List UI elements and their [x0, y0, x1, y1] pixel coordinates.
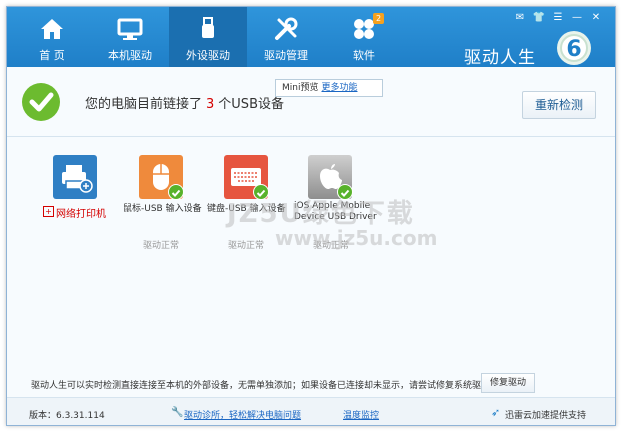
tab-peripheral-drivers[interactable]: 外设驱动 [169, 7, 247, 67]
tab-home-label: 首 页 [39, 49, 65, 62]
connected-check-icon [22, 83, 60, 121]
info-text: 驱动人生可以实时检测直接连接至本机的外部设备，无需单独添加；如果设备已连接却未显… [31, 381, 494, 391]
thunder-bird-icon: ➶ [491, 406, 501, 419]
brand-title: 驱动人生 [464, 48, 536, 68]
wrench-icon: 🔧 [171, 407, 184, 418]
version-label: 版本：6.3.31.114 [29, 411, 105, 421]
thunder-acceleration-text: 迅雷云加速提供支持 [505, 411, 587, 421]
add-printer-icon[interactable]: + [43, 206, 54, 217]
rescan-button[interactable]: 重新检测 [522, 91, 596, 119]
minimize-icon[interactable]: — [570, 12, 584, 24]
driver-ok-icon [168, 184, 184, 200]
temperature-monitor-link[interactable]: 温度监控 [343, 408, 379, 421]
status-prefix: 您的电脑目前链接了 [85, 97, 203, 112]
monitor-icon [117, 18, 143, 40]
tab-software[interactable]: 2 软件 [325, 7, 403, 67]
tab-software-label: 软件 [353, 49, 375, 62]
device-name-mouse: 鼠标-USB 输入设备 [123, 204, 202, 214]
device-count: 3 [206, 97, 215, 112]
driver-genius-window: 首 页 本机驱动 外设驱动 驱动管理 2 软件 ✉ 👕 ☰ — ✕ 驱动人生 6… [6, 6, 616, 426]
footer-bar: 版本：6.3.31.114 🔧 驱动诊所，轻松解决电脑问题 温度监控 ➶ 迅雷云… [7, 397, 615, 425]
close-icon[interactable]: ✕ [589, 12, 603, 24]
tab-driver-management[interactable]: 驱动管理 [247, 7, 325, 67]
app-logo-icon: 6 [557, 31, 591, 65]
tools-icon [275, 17, 298, 40]
tab-local-drivers-label: 本机驱动 [108, 49, 152, 62]
skin-icon[interactable]: 👕 [532, 12, 546, 24]
status-suffix: 个USB设备 [218, 97, 284, 112]
watermark-url: www.jz5u.com [275, 226, 438, 250]
mini-preview-tooltip: Mini预览 更多功能 [275, 79, 383, 97]
tab-home[interactable]: 首 页 [13, 7, 91, 67]
tab-driver-management-label: 驱动管理 [264, 49, 308, 62]
usb-icon [202, 17, 214, 38]
printer-icon [53, 155, 97, 199]
device-status-mouse: 驱动正常 [143, 241, 180, 251]
device-name-printer[interactable]: 网络打印机 [56, 205, 106, 220]
repair-driver-button[interactable]: 修复驱动 [481, 373, 535, 393]
tab-peripheral-drivers-label: 外设驱动 [186, 49, 230, 62]
watermark-text: JZ5U绿色下载 [227, 199, 415, 229]
usb-status-text: 您的电脑目前链接了 3 个USB设备 [85, 93, 284, 112]
feedback-icon[interactable]: ✉ [513, 12, 527, 24]
tab-local-drivers[interactable]: 本机驱动 [91, 7, 169, 67]
svg-text:6: 6 [566, 37, 581, 62]
device-status-keyboard: 驱动正常 [228, 241, 265, 251]
divider [7, 136, 615, 137]
home-icon [41, 19, 63, 39]
top-nav-bar: 首 页 本机驱动 外设驱动 驱动管理 2 软件 ✉ 👕 ☰ — ✕ 驱动人生 6 [7, 7, 615, 68]
more-features-link[interactable]: 更多功能 [321, 83, 357, 93]
software-update-badge: 2 [373, 13, 384, 24]
menu-icon[interactable]: ☰ [551, 12, 565, 24]
driver-clinic-link[interactable]: 驱动诊所，轻松解决电脑问题 [184, 408, 301, 421]
mini-preview-text: Mini预览 [282, 83, 319, 93]
